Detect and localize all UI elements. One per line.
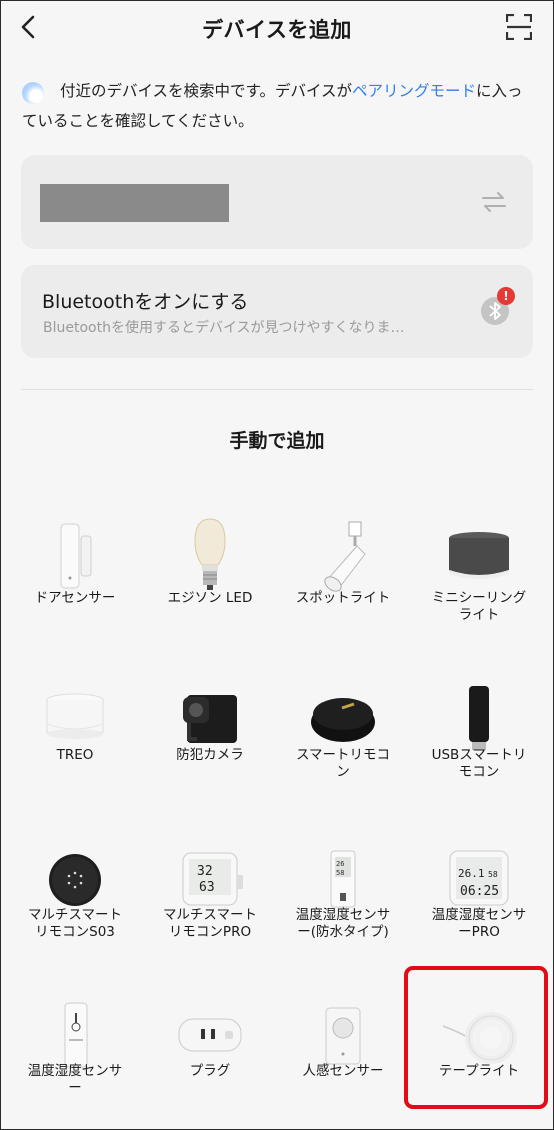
device-label: マルチスマート リモコンPRO [162, 907, 258, 940]
search-notice: 付近のデバイスを検索中です。デバイスがペアリングモードに入っていることを確認して… [22, 76, 534, 136]
scan-icon[interactable] [506, 14, 532, 40]
device-treo[interactable]: TREO [9, 672, 141, 792]
device-door-sensor[interactable]: ドアセンサー [9, 510, 141, 630]
door-sensor-icon [9, 510, 141, 602]
device-multi-remote-pro[interactable]: 32 63 マルチスマート リモコンPRO [144, 832, 276, 952]
searching-icon [22, 82, 44, 104]
edison-bulb-icon [144, 510, 276, 602]
device-label: 温度湿度センサ ー [27, 1063, 123, 1096]
svg-text:63: 63 [199, 880, 215, 895]
device-label: エジソン LED [167, 590, 253, 606]
device-thermo-sensor[interactable]: 温度湿度センサ ー [9, 990, 141, 1110]
swap-icon[interactable] [481, 191, 507, 213]
device-waterproof-thermo[interactable]: 26 58 温度湿度センサ ー(防水タイプ) [277, 832, 409, 952]
divider [21, 389, 533, 390]
device-label: スポットライト [295, 590, 391, 606]
bluetooth-title: Bluetoothをオンにする [42, 291, 249, 313]
device-usb-remote[interactable]: USBスマートリ モコン [413, 672, 545, 792]
warning-badge: ! [497, 287, 515, 305]
redacted-network-name [40, 184, 229, 222]
device-label: ミニシーリング ライト [431, 590, 527, 623]
svg-text:26: 26 [336, 860, 344, 868]
wifi-card[interactable] [21, 155, 533, 249]
pairing-mode-link[interactable]: ペアリングモード [352, 82, 476, 100]
device-label: USBスマートリ モコン [431, 747, 527, 780]
device-label: TREO [56, 747, 94, 763]
svg-text:26.1: 26.1 [458, 867, 485, 880]
page-title: デバイスを追加 [202, 18, 352, 42]
header: デバイスを追加 [0, 0, 554, 56]
device-smart-remote[interactable]: スマートリモコ ン [277, 672, 409, 792]
svg-text:32: 32 [197, 864, 213, 879]
device-label: 防犯カメラ [176, 747, 244, 763]
spotlight-icon [277, 510, 409, 602]
device-label: ドアセンサー [34, 590, 116, 606]
device-label: プラグ [189, 1063, 231, 1079]
selection-highlight [404, 966, 548, 1109]
device-label: 温度湿度センサ ーPRO [431, 907, 527, 940]
svg-text:58: 58 [336, 869, 344, 877]
device-label: 人感センサー [302, 1063, 384, 1079]
device-thermo-pro[interactable]: 26.1 58 06:25 温度湿度センサ ーPRO [413, 832, 545, 952]
notice-text: 付近のデバイスを検索中です。デバイスが [60, 82, 353, 100]
device-mini-ceiling-light[interactable]: ミニシーリング ライト [413, 510, 545, 630]
device-label: 温度湿度センサ ー(防水タイプ) [295, 907, 391, 940]
device-plug[interactable]: プラグ [144, 990, 276, 1110]
device-label: マルチスマート リモコンS03 [27, 907, 123, 940]
section-title: 手動で追加 [229, 430, 325, 452]
svg-text:58: 58 [488, 870, 498, 879]
bluetooth-subtitle: Bluetoothを使用するとデバイスが見つけやすくなりま… [43, 320, 405, 336]
device-edison-led[interactable]: エジソン LED [144, 510, 276, 630]
svg-text:06:25: 06:25 [460, 884, 499, 899]
device-spotlight[interactable]: スポットライト [277, 510, 409, 630]
device-security-camera[interactable]: 防犯カメラ [144, 672, 276, 792]
device-multi-remote-s03[interactable]: マルチスマート リモコンS03 [9, 832, 141, 952]
mini-ceiling-light-icon [413, 510, 545, 602]
device-motion-sensor[interactable]: 人感センサー [277, 990, 409, 1110]
device-label: スマートリモコ ン [295, 747, 391, 780]
bluetooth-card[interactable]: Bluetoothをオンにする Bluetoothを使用するとデバイスが見つけや… [21, 265, 533, 358]
